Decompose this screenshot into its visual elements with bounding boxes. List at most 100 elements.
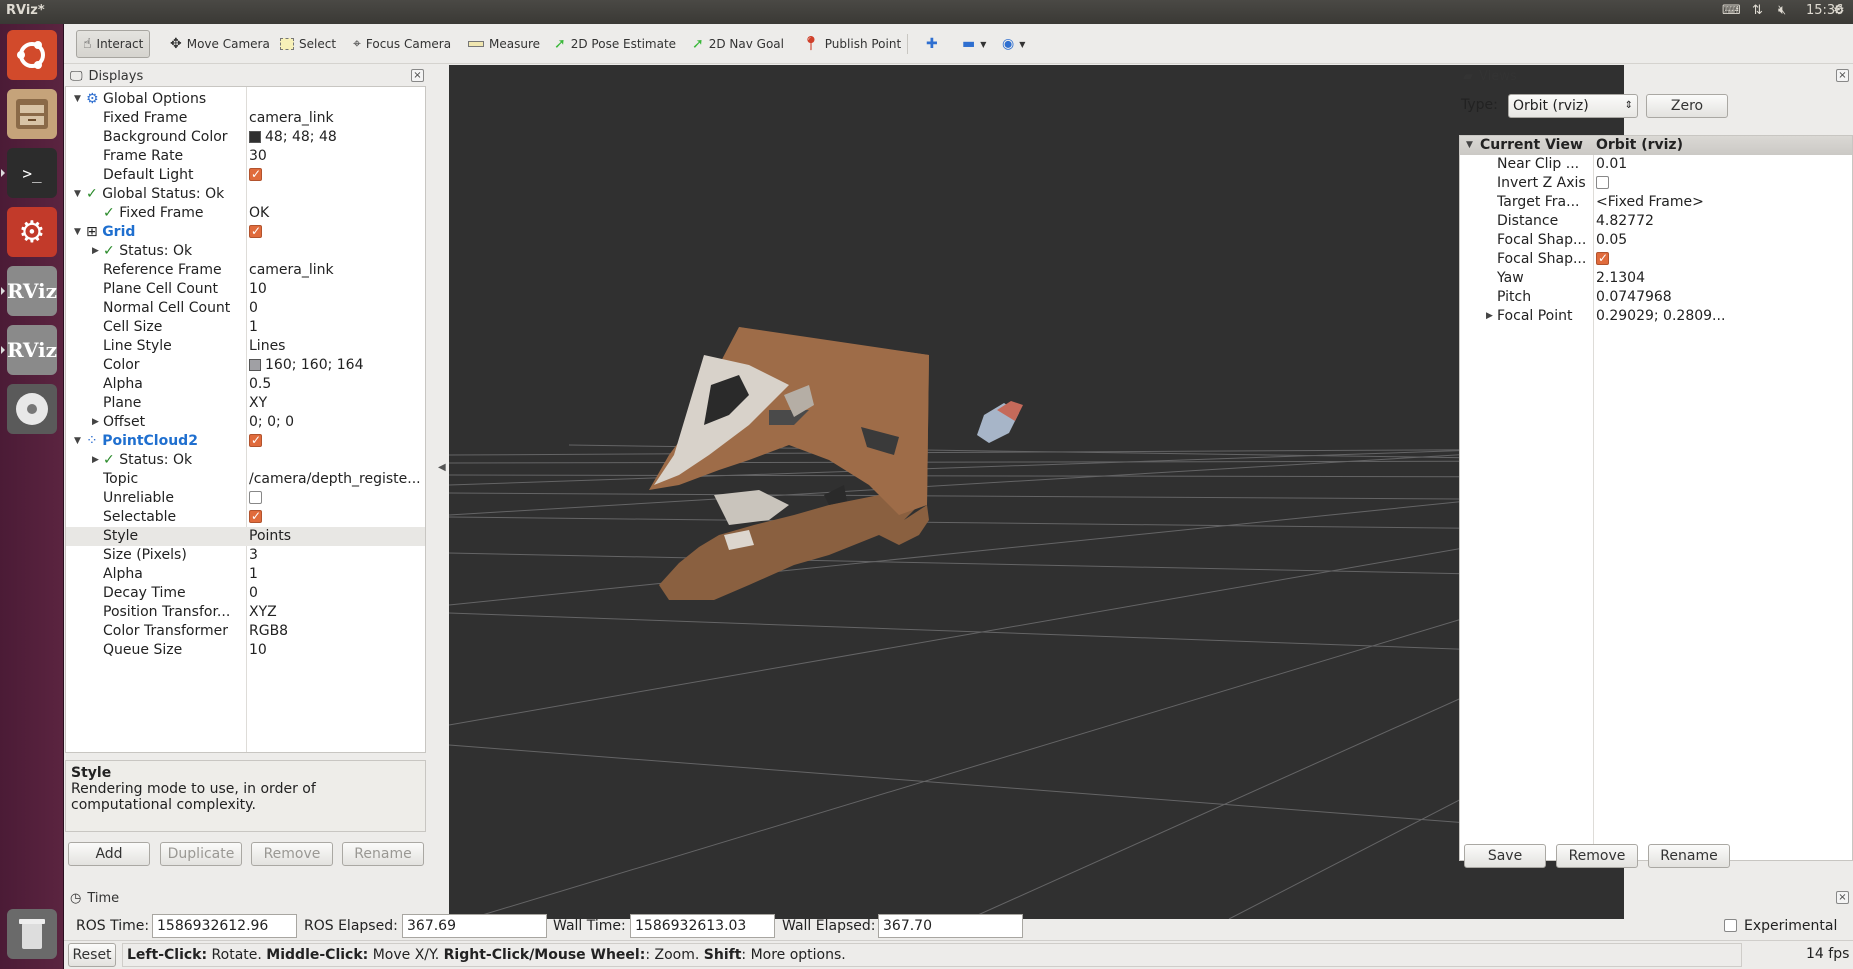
ubuntu-logo-icon[interactable] (7, 30, 57, 80)
tree-row[interactable]: ▼ ✓ Global Status: Ok (66, 185, 425, 204)
tree-row[interactable]: ✓ Fixed Frame OK (66, 204, 425, 223)
row-value[interactable]: 0; 0; 0 (249, 413, 424, 432)
row-value[interactable]: 0.29029; 0.2809... (1596, 307, 1852, 326)
row-value[interactable]: /camera/depth_registe... (249, 470, 424, 489)
move-camera-tool-button[interactable]: ✥ Move Camera (164, 30, 276, 58)
tree-row[interactable]: Cell Size 1 (66, 318, 425, 337)
expand-arrow-icon[interactable]: ▶ (92, 413, 99, 432)
row-value[interactable]: 10 (249, 641, 424, 660)
row-value[interactable]: 0.01 (1596, 155, 1852, 174)
tree-row[interactable]: Plane Cell Count 10 (66, 280, 425, 299)
tree-row[interactable]: Line Style Lines (66, 337, 425, 356)
row-value[interactable]: 160; 160; 164 (265, 357, 364, 373)
tree-row[interactable]: Color 160; 160; 164 (66, 356, 425, 375)
trash-icon[interactable] (7, 909, 57, 959)
tool-properties-button[interactable]: ◉ ▼ (996, 30, 1031, 58)
grid-enabled-checkbox[interactable] (249, 223, 262, 241)
row-value[interactable]: XY (249, 394, 424, 413)
collapse-left-icon[interactable]: ◀ (438, 462, 446, 473)
ros-elapsed-field[interactable]: 367.69 (402, 914, 547, 938)
tree-row[interactable]: Fixed Frame camera_link (66, 109, 425, 128)
pointcloud-enabled-checkbox[interactable] (249, 432, 262, 450)
zero-button[interactable]: Zero (1646, 94, 1728, 118)
volume-icon[interactable]: 🔇︎ (1778, 3, 1786, 18)
tree-row[interactable]: Focal Shap... (1460, 250, 1852, 269)
tree-row[interactable]: Decay Time 0 (66, 584, 425, 603)
expand-arrow-icon[interactable]: ▶ (1486, 307, 1493, 326)
save-view-button[interactable]: Save (1464, 844, 1546, 868)
row-value[interactable]: 0.05 (1596, 231, 1852, 250)
expand-arrow-icon[interactable]: ▶ (92, 242, 99, 261)
row-value[interactable]: 2.1304 (1596, 269, 1852, 288)
ros-time-field[interactable]: 1586932612.96 (152, 914, 297, 938)
tree-row-selected[interactable]: Style Points (66, 527, 425, 546)
2d-nav-goal-tool-button[interactable]: ➚ 2D Nav Goal (686, 30, 790, 58)
close-icon[interactable]: × (411, 69, 424, 82)
row-value[interactable]: Lines (249, 337, 424, 356)
render-scene[interactable] (449, 65, 1624, 919)
tree-row[interactable]: Plane XY (66, 394, 425, 413)
tree-row[interactable]: Distance 4.82772 (1460, 212, 1852, 231)
tree-row[interactable]: Reference Frame camera_link (66, 261, 425, 280)
disc-icon[interactable] (7, 384, 57, 434)
tree-row[interactable]: Frame Rate 30 (66, 147, 425, 166)
tree-row[interactable]: Normal Cell Count 0 (66, 299, 425, 318)
row-value[interactable]: camera_link (249, 109, 424, 128)
tree-row[interactable]: Queue Size 10 (66, 641, 425, 660)
row-value[interactable]: <Fixed Frame> (1596, 193, 1852, 212)
add-tool-button[interactable]: ✚ (920, 30, 944, 58)
rename-display-button[interactable]: Rename (342, 842, 424, 866)
row-value[interactable]: XYZ (249, 603, 424, 622)
tree-row[interactable]: ▶ Focal Point 0.29029; 0.2809... (1460, 307, 1852, 326)
invert-z-axis-checkbox[interactable] (1596, 176, 1609, 189)
files-icon[interactable] (7, 89, 57, 139)
tree-row[interactable]: ▶ ✓ Status: Ok (66, 242, 425, 261)
tree-row-grid[interactable]: ▼ ⊞ Grid (66, 223, 425, 242)
tree-row[interactable]: Alpha 1 (66, 565, 425, 584)
tree-row[interactable]: Position Transfor... XYZ (66, 603, 425, 622)
tree-row[interactable]: Yaw 2.1304 (1460, 269, 1852, 288)
view-type-select[interactable]: Orbit (rviz) ⇕ (1508, 94, 1638, 118)
select-tool-button[interactable]: Select (274, 30, 342, 58)
tree-row[interactable]: Selectable (66, 508, 425, 527)
expand-arrow-icon[interactable]: ▼ (74, 432, 81, 451)
measure-tool-button[interactable]: Measure (462, 30, 546, 58)
remove-tool-button[interactable]: ▬ ▼ (956, 30, 992, 58)
tree-row[interactable]: Invert Z Axis (1460, 174, 1852, 193)
displays-tree[interactable]: ▼ ⚙ Global Options Fixed Frame camera_li… (65, 86, 426, 753)
tree-row[interactable]: Topic /camera/depth_registe... (66, 470, 425, 489)
row-value[interactable]: Points (249, 527, 424, 546)
row-value[interactable]: camera_link (249, 261, 424, 280)
tree-row[interactable]: Color Transformer RGB8 (66, 622, 425, 641)
row-value[interactable]: RGB8 (249, 622, 424, 641)
expand-arrow-icon[interactable]: ▼ (1466, 136, 1473, 155)
unreliable-checkbox[interactable] (249, 491, 262, 504)
expand-arrow-icon[interactable]: ▼ (74, 90, 81, 109)
row-value[interactable]: 0 (249, 299, 424, 318)
close-icon[interactable]: × (1836, 891, 1849, 904)
rename-view-button[interactable]: Rename (1648, 844, 1730, 868)
focal-shape-checkbox[interactable] (1596, 250, 1609, 268)
remove-display-button[interactable]: Remove (251, 842, 333, 866)
wall-elapsed-field[interactable]: 367.70 (878, 914, 1023, 938)
network-icon[interactable]: ⇅ (1752, 3, 1763, 18)
duplicate-display-button[interactable]: Duplicate (160, 842, 242, 866)
3d-viewport[interactable] (449, 65, 1624, 919)
selectable-checkbox[interactable] (249, 508, 262, 526)
tree-row-pointcloud2[interactable]: ▼ ⁘ PointCloud2 (66, 432, 425, 451)
row-value[interactable]: 48; 48; 48 (265, 129, 337, 145)
rviz-launcher-icon[interactable]: RViz (1, 325, 57, 375)
current-view-header[interactable]: ▼ Current View Orbit (rviz) (1460, 136, 1852, 155)
tree-row[interactable]: Focal Shap... 0.05 (1460, 231, 1852, 250)
tree-row[interactable]: Background Color 48; 48; 48 (66, 128, 425, 147)
remove-view-button[interactable]: Remove (1556, 844, 1638, 868)
expand-arrow-icon[interactable]: ▼ (74, 223, 81, 242)
tree-row[interactable]: Alpha 0.5 (66, 375, 425, 394)
row-value[interactable]: 1 (249, 565, 424, 584)
views-tree[interactable]: ▼ Current View Orbit (rviz) Near Clip ..… (1459, 135, 1853, 861)
wall-time-field[interactable]: 1586932613.03 (630, 914, 775, 938)
tree-row[interactable]: ▶ ✓ Status: Ok (66, 451, 425, 470)
2d-pose-estimate-tool-button[interactable]: ➚ 2D Pose Estimate (548, 30, 682, 58)
focus-camera-tool-button[interactable]: ⌖ Focus Camera (347, 30, 457, 58)
tree-row[interactable]: Pitch 0.0747968 (1460, 288, 1852, 307)
